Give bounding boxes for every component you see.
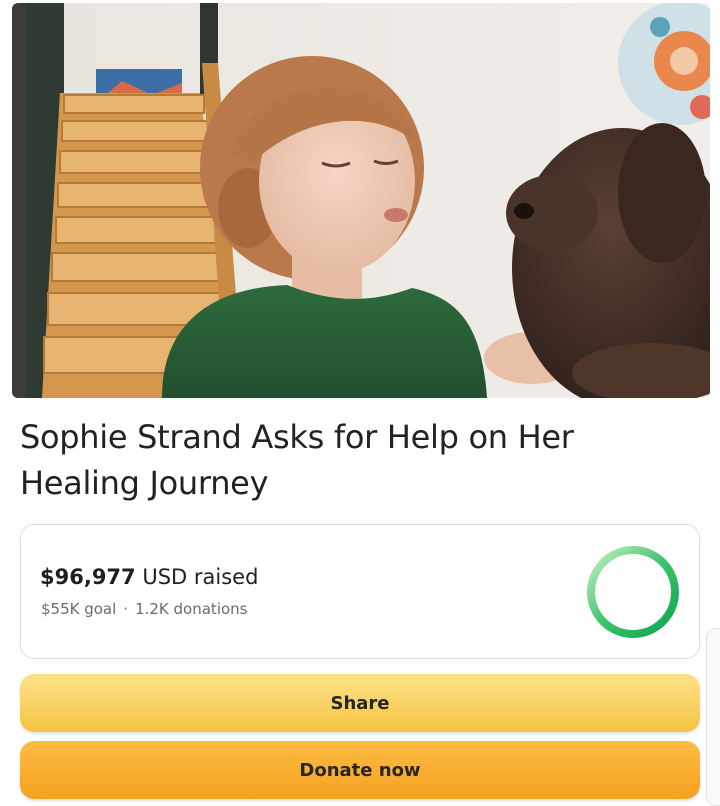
progress-ring-fill: [587, 546, 679, 638]
donation-stats-card: $96,977 USD raised $55K goal · 1.2K donati…: [20, 524, 700, 659]
raised-amount: $96,977: [40, 565, 136, 589]
donation-count: 1.2K donations: [135, 600, 248, 618]
progress-ring: [587, 546, 679, 638]
raised-suffix: USD raised: [135, 565, 259, 589]
meta-separator: ·: [123, 600, 129, 618]
side-scroll-handle[interactable]: [706, 628, 720, 806]
share-button[interactable]: Share: [20, 674, 700, 732]
raised-total: $96,977 USD raised: [40, 565, 258, 589]
donate-now-button[interactable]: Donate now: [20, 741, 700, 799]
goal-amount: $55K goal: [41, 600, 117, 618]
campaign-hero-image: [12, 3, 710, 398]
goal-and-donations: $55K goal · 1.2K donations: [41, 600, 247, 618]
campaign-title: Sophie Strand Asks for Help on Her Heali…: [20, 418, 574, 502]
